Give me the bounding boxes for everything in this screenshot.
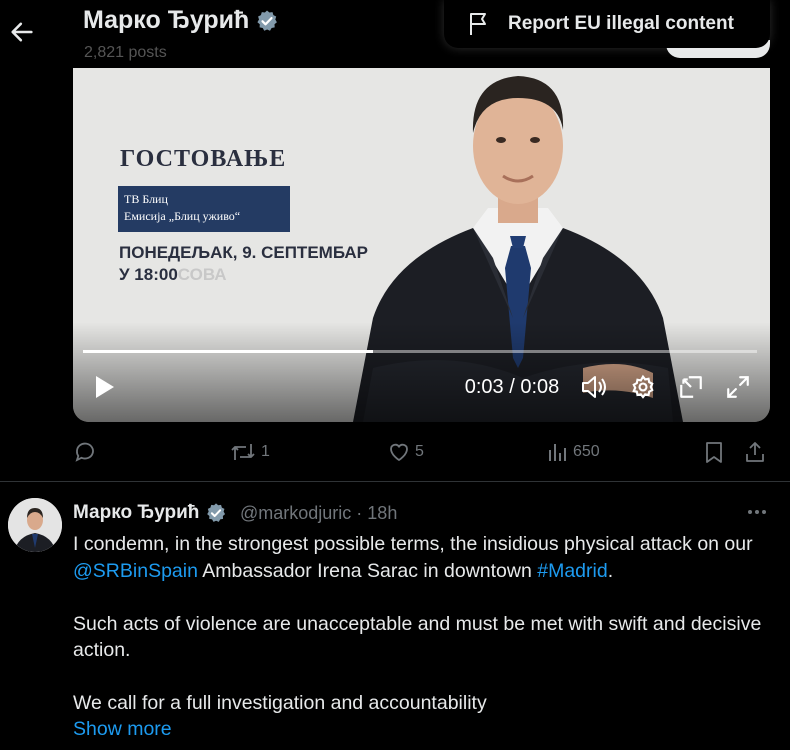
video-time-text: У 18:00СОВА (119, 265, 227, 285)
video-title-text: ГОСТОВАЊЕ (120, 146, 287, 172)
views-chart-icon (549, 444, 566, 461)
retweet-count: 1 (261, 443, 270, 460)
speaker-muted-icon (582, 376, 606, 398)
fullscreen-button[interactable] (722, 368, 754, 406)
avatar-image (8, 498, 62, 552)
tweet-author-text: Марко Ђурић (73, 502, 200, 524)
avatar[interactable] (8, 498, 62, 552)
video-time-display: 0:03 / 0:08 (457, 368, 567, 406)
video-info-line2: Емисија „Блиц уживо“ (124, 209, 241, 223)
video-info-box: ТВ Блиц Емисија „Блиц уживо“ (118, 186, 290, 232)
report-menu-item[interactable]: Report EU illegal content (444, 0, 770, 48)
pip-button[interactable] (676, 368, 706, 406)
posts-count: 2,821 posts (84, 44, 167, 61)
tweet-author-name[interactable]: Марко Ђурић (73, 502, 227, 524)
play-button[interactable] (87, 368, 121, 406)
report-label: Report EU illegal content (508, 13, 734, 34)
video-time-unit: СОВА (177, 265, 227, 284)
reply-icon (75, 442, 94, 462)
mute-button[interactable] (579, 368, 609, 406)
verified-badge-icon (257, 10, 278, 31)
tweet-actions: 1 5 650 (73, 434, 773, 470)
tweet-paragraph-3: We call for a full investigation and acc… (73, 692, 487, 714)
back-arrow-icon[interactable] (8, 18, 36, 46)
tweet-text-end: . (607, 559, 614, 582)
views-count: 650 (573, 443, 600, 460)
video-progress-fill (83, 350, 373, 353)
tweet-divider (0, 481, 790, 482)
video-time-main: У 18:00 (119, 265, 178, 284)
views-button[interactable]: 650 (547, 434, 600, 470)
video-time-value: 0:03 / 0:08 (464, 375, 560, 398)
tweet-text-middle: Ambassador Irena Sarac in downtown (197, 559, 538, 582)
play-icon (96, 376, 114, 398)
retweet-button[interactable]: 1 (229, 434, 270, 470)
video-date-text: ПОНЕДЕЉАК, 9. СЕПТЕМБАР (119, 243, 369, 262)
retweet-icon (231, 444, 255, 460)
bookmark-icon (706, 442, 722, 463)
header-name: Марко Ђурић (83, 6, 279, 35)
expand-icon (727, 376, 749, 398)
tweet-paragraph-1: I condemn, in the strongest possible ter… (73, 531, 783, 584)
share-icon (746, 442, 764, 462)
header-name-text: Марко Ђурић (83, 6, 250, 34)
heart-icon (390, 443, 408, 462)
tweet-paragraph-2: Such acts of violence are unacceptable a… (73, 612, 762, 662)
video-info-line1: ТВ Блиц (124, 192, 168, 206)
more-options-icon[interactable] (742, 500, 772, 524)
bookmark-button[interactable] (703, 434, 725, 470)
picture-in-picture-icon (680, 376, 702, 398)
tweet-text-start: I condemn, in the strongest possible ter… (73, 533, 753, 555)
like-count: 5 (415, 443, 424, 460)
video-controls-gradient (73, 322, 770, 422)
reply-button[interactable] (73, 434, 101, 470)
verified-badge-icon (206, 503, 225, 522)
gear-icon (632, 374, 654, 399)
tweet-text: I condemn, in the strongest possible ter… (73, 531, 783, 743)
tweet-handle-time[interactable]: @markodjuric · 18h (240, 503, 397, 524)
hashtag-link[interactable]: #Madrid (537, 560, 607, 582)
settings-button[interactable] (628, 368, 658, 406)
mention-link[interactable]: @SRBinSpain (73, 560, 198, 582)
show-more-link[interactable]: Show more (73, 718, 172, 741)
share-button[interactable] (743, 434, 767, 470)
flag-icon (470, 13, 486, 35)
video-progress-bar[interactable] (83, 350, 757, 353)
video-player[interactable]: ГОСТОВАЊЕ ТВ Блиц Емисија „Блиц уживо“ П… (73, 68, 770, 422)
like-button[interactable]: 5 (387, 434, 424, 470)
